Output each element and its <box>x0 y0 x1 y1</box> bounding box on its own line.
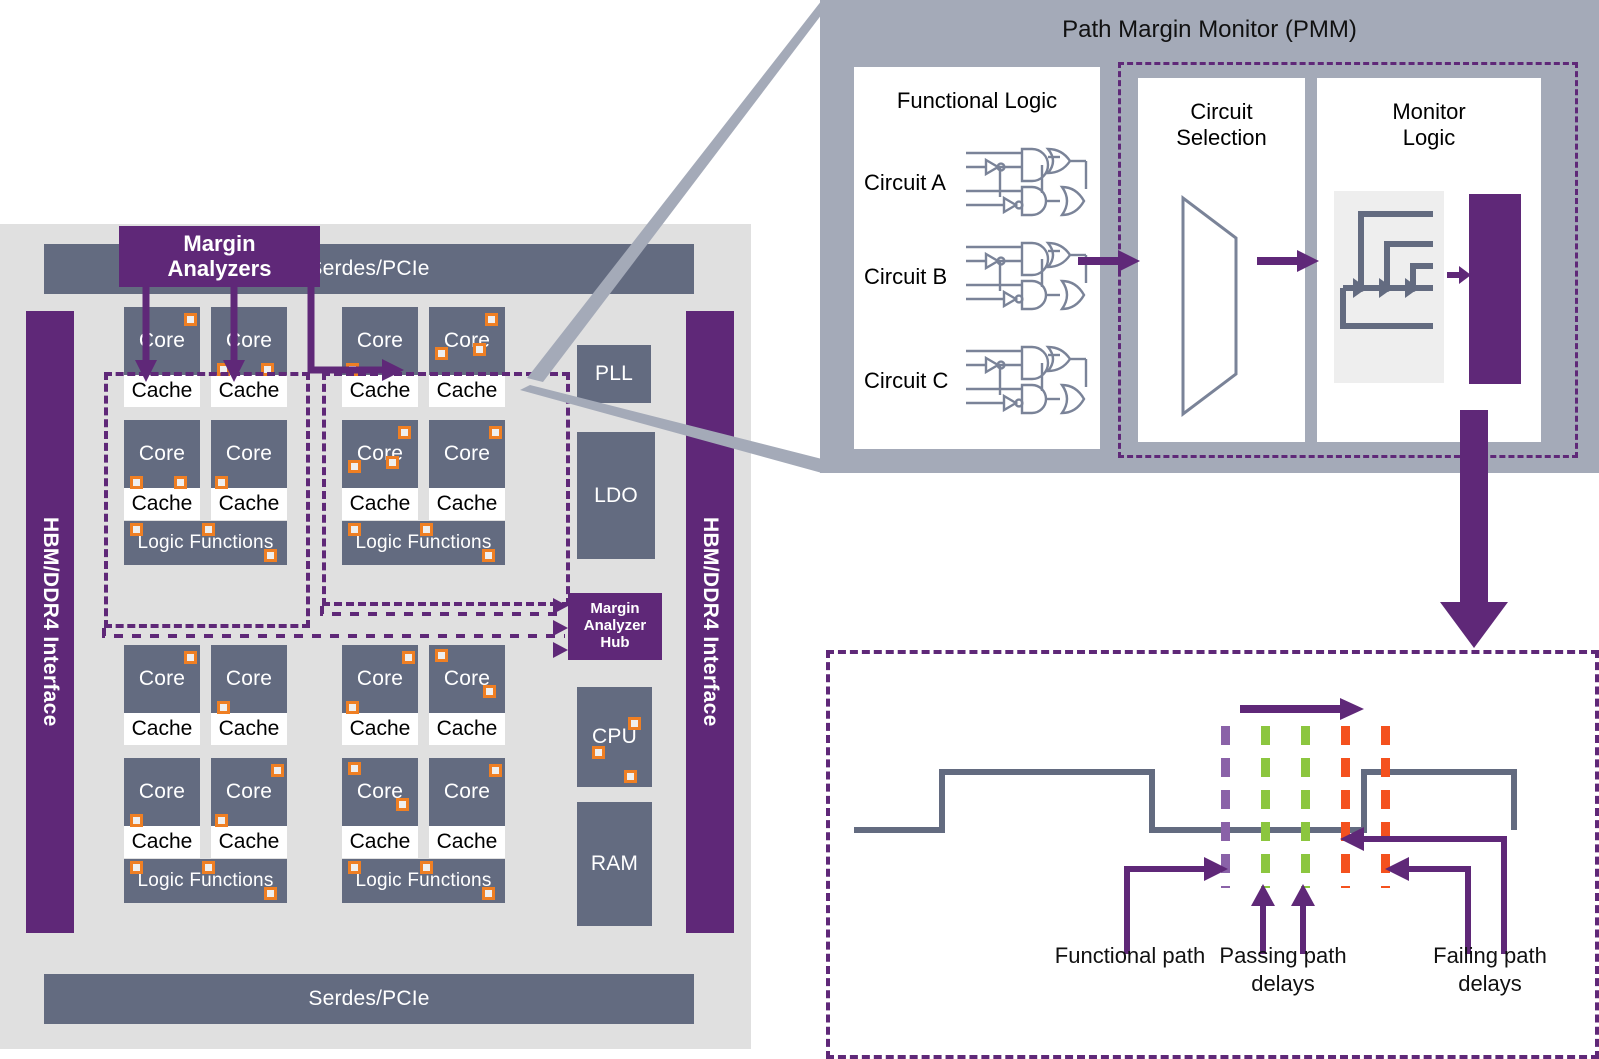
monitor-logic-line2: Logic <box>1402 125 1456 151</box>
monitor-output-arrow <box>1447 266 1471 284</box>
circuit-selection-line2: Selection <box>1176 125 1267 151</box>
failing-path-line1: Failing path <box>1433 943 1547 968</box>
passing-path-label: Passing path delays <box>1198 942 1368 997</box>
circuit-a-label: Circuit A <box>864 170 946 195</box>
mux-trapezoid-icon <box>1181 194 1238 418</box>
pmm-title: Path Margin Monitor (PMM) <box>1062 16 1357 43</box>
passing-path-line1: Passing path <box>1219 943 1347 968</box>
circuit-c-label: Circuit C <box>864 368 949 393</box>
functional-logic-card: Functional Logic Circuit A Circuit B Cir… <box>854 67 1100 449</box>
selection-to-monitor-arrow <box>1257 250 1319 272</box>
failing-path-label: Failing path delays <box>1405 942 1575 997</box>
monitor-output-register <box>1469 194 1521 384</box>
delay-chain-icon <box>1340 211 1433 329</box>
functional-logic-title: Functional Logic <box>896 88 1058 113</box>
monitor-logic-card: Monitor Logic <box>1317 78 1541 442</box>
passing-path-line2: delays <box>1251 970 1315 996</box>
circuit-b-gates-icon <box>966 241 1088 311</box>
circuit-selection-line1: Circuit <box>1190 99 1253 124</box>
failing-path-leaders <box>1340 827 1507 954</box>
monitor-logic-line1: Monitor <box>1392 99 1466 124</box>
circuit-c-gates-icon <box>966 345 1088 415</box>
circuit-selection-title: Circuit Selection <box>1138 99 1305 152</box>
monitor-logic-title: Monitor Logic <box>1317 99 1541 152</box>
path-delay-waveform-panel: Functional path Passing path delays Fail… <box>826 650 1599 1059</box>
circuit-a-gates-icon <box>966 147 1088 217</box>
circuit-b-label: Circuit B <box>864 264 948 289</box>
failing-path-line2: delays <box>1458 970 1522 996</box>
path-margin-monitor-panel: Path Margin Monitor (PMM) Functional Log… <box>820 0 1599 473</box>
functional-to-selection-arrow <box>1078 250 1140 272</box>
pmm-to-waveform-arrow <box>1440 410 1508 648</box>
